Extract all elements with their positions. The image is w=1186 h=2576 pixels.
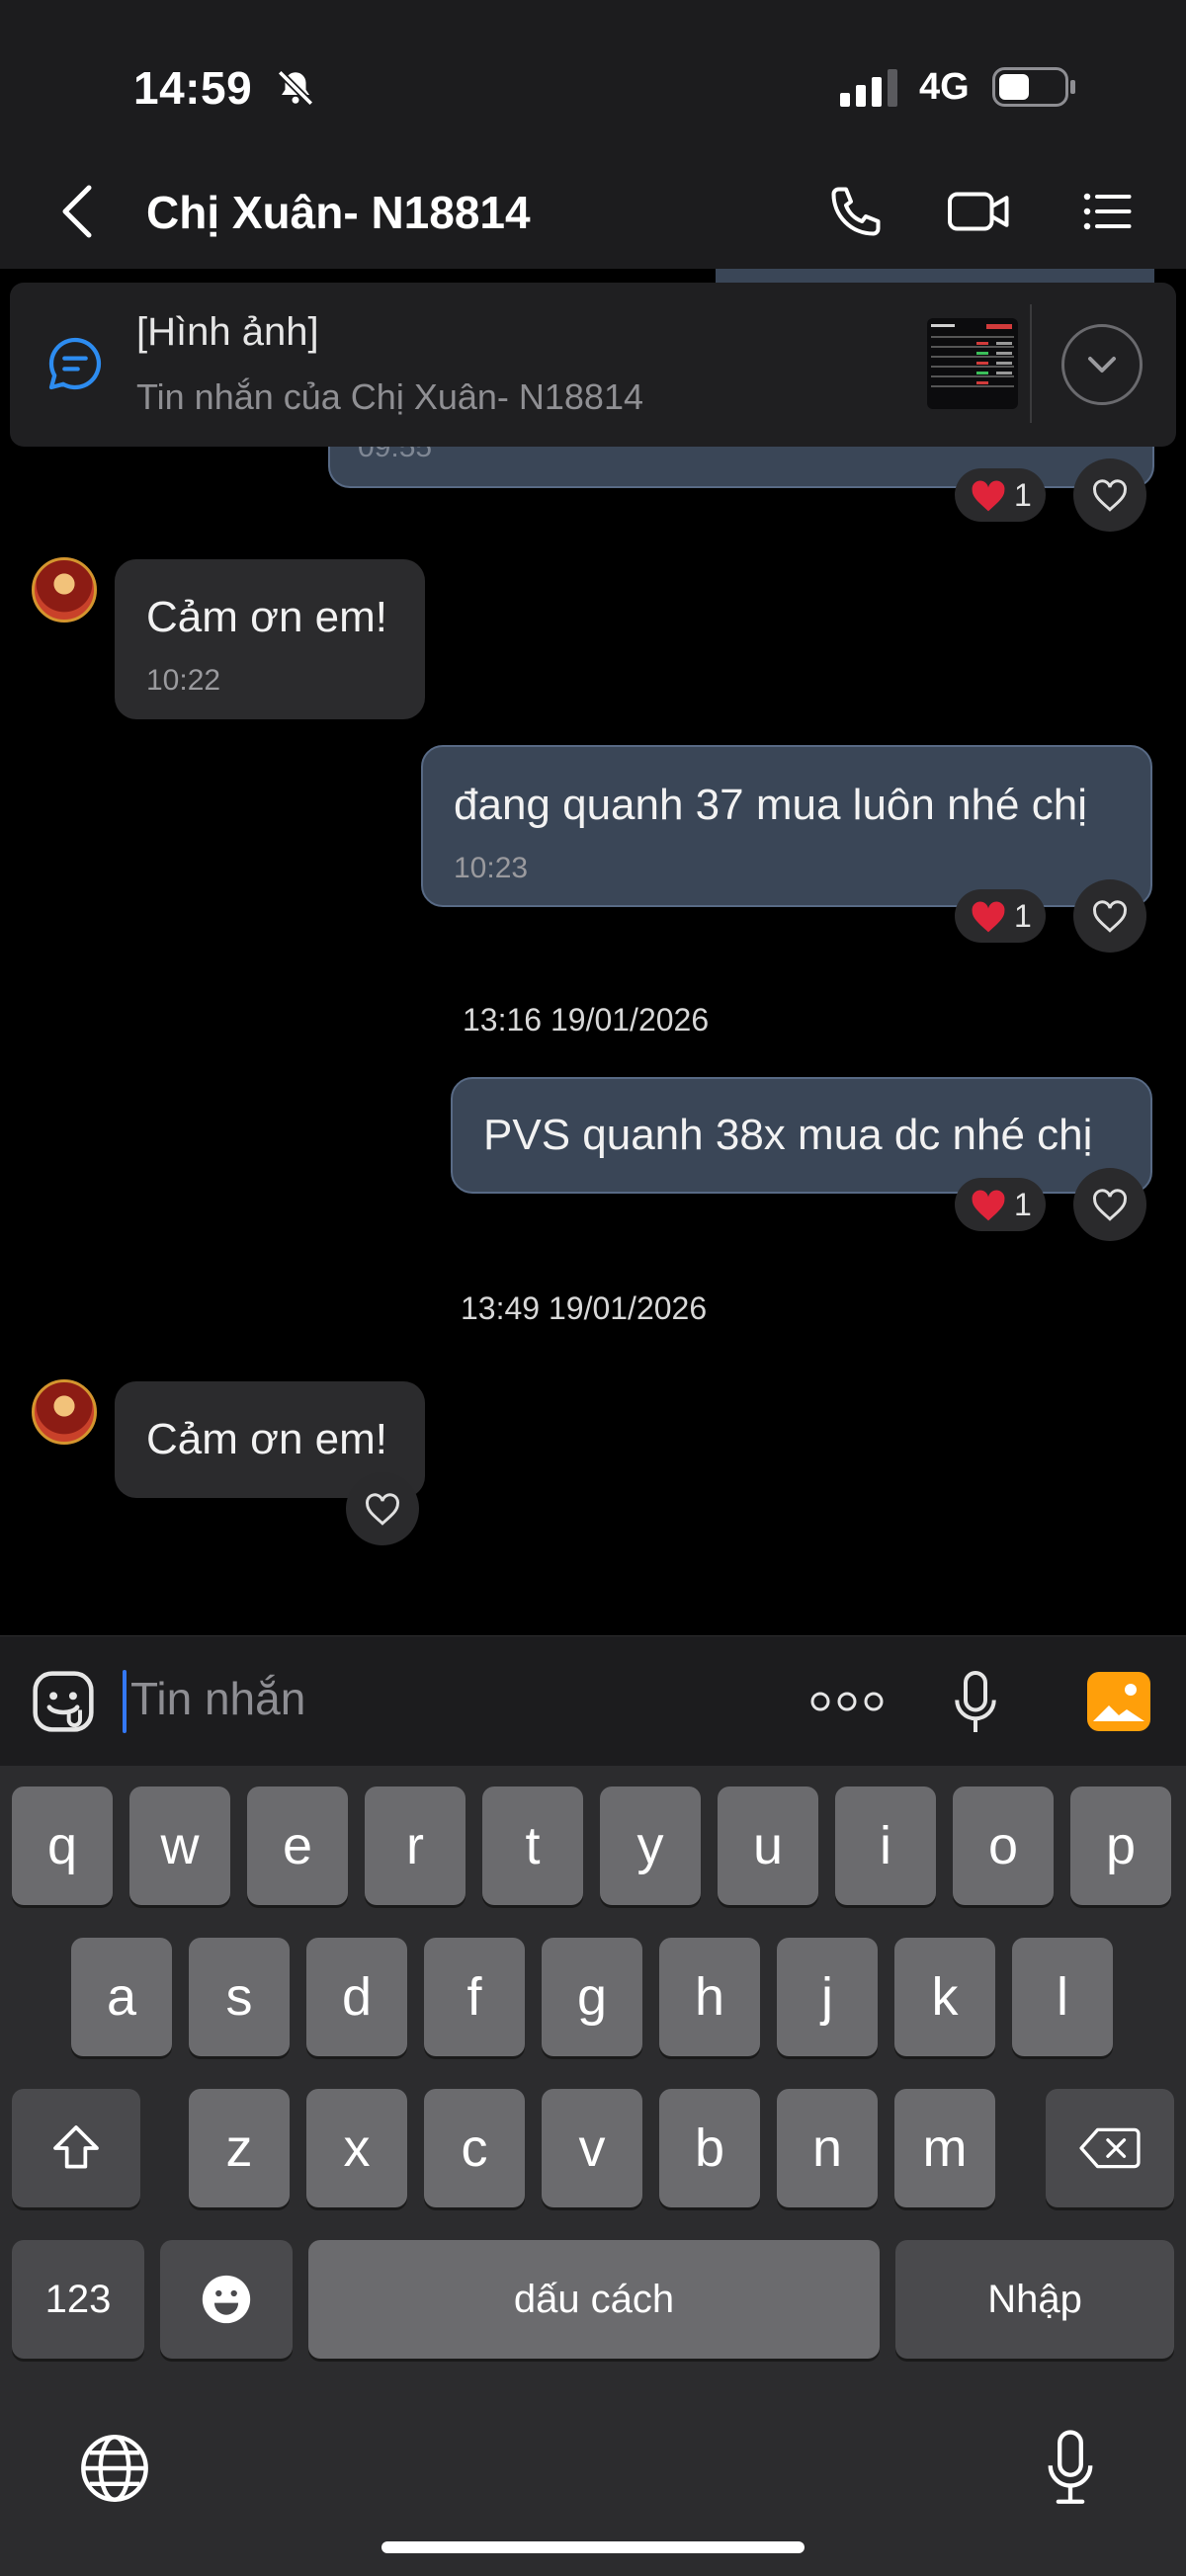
key-i[interactable]: i [835,1787,936,1905]
reaction-count: 1 [1014,1186,1032,1222]
chat-bubble-icon [48,337,102,390]
back-chevron-icon[interactable] [59,184,95,239]
message-text: Cảm ơn em! [146,593,388,641]
key-g[interactable]: g [542,1938,642,2056]
reaction-count: 1 [1014,897,1032,934]
react-heart-button[interactable] [1073,879,1146,953]
key-q[interactable]: q [12,1787,113,1905]
key-r[interactable]: r [365,1787,466,1905]
red-heart-icon [972,901,1005,933]
key-j[interactable]: j [777,1938,878,2056]
key-l[interactable]: l [1012,1938,1113,2056]
key-w[interactable]: w [129,1787,230,1905]
message-text: PVS quanh 38x mua dc nhé chị [483,1111,1093,1159]
react-heart-button[interactable] [346,1472,419,1545]
chat-title[interactable]: Chị Xuân- N18814 [146,186,531,239]
globe-icon[interactable] [77,2431,152,2506]
key-o[interactable]: o [953,1787,1054,1905]
pinned-subtitle: Tin nhắn của Chị Xuân- N18814 [136,376,643,417]
message-time: 10:22 [146,664,221,697]
key-p[interactable]: p [1070,1787,1171,1905]
pinned-image-thumbnail[interactable] [927,318,1018,409]
key-b[interactable]: b [659,2089,760,2207]
cell-signal-icon [840,69,897,107]
key-v[interactable]: v [542,2089,642,2207]
key-u[interactable]: u [718,1787,818,1905]
key-y[interactable]: y [600,1787,701,1905]
video-call-icon[interactable] [945,182,1014,241]
phone-call-icon[interactable] [826,182,886,241]
space-key[interactable]: dấu cách [308,2240,880,2359]
key-d[interactable]: d [306,1938,407,2056]
heart-outline-icon [1093,1189,1127,1221]
pinned-title: [Hình ảnh] [136,310,319,354]
backspace-icon [1079,2127,1141,2169]
reaction-pill[interactable]: 1 [955,468,1046,522]
key-k[interactable]: k [894,1938,995,2056]
red-heart-icon [972,480,1005,512]
shift-key[interactable] [12,2089,140,2207]
battery-icon [992,67,1075,107]
home-indicator[interactable] [381,2541,805,2553]
reaction-count: 1 [1014,476,1032,513]
date-separator: 13:49 19/01/2026 [461,1290,708,1326]
pinned-divider [1030,304,1032,423]
backspace-key[interactable] [1046,2089,1174,2207]
key-z[interactable]: z [189,2089,290,2207]
emoji-key[interactable] [160,2240,293,2359]
text-cursor [123,1670,127,1733]
red-heart-icon [972,1190,1005,1221]
more-options-icon[interactable] [808,1682,886,1721]
key-s[interactable]: s [189,1938,290,2056]
react-heart-button[interactable] [1073,1168,1146,1241]
key-n[interactable]: n [777,2089,878,2207]
bell-muted-icon [277,69,314,107]
reaction-pill[interactable]: 1 [955,1178,1046,1231]
heart-outline-icon [366,1493,399,1526]
heart-outline-icon [1093,479,1127,512]
contact-avatar[interactable] [32,1379,97,1445]
key-t[interactable]: t [482,1787,583,1905]
gallery-image-icon[interactable] [1085,1670,1152,1733]
status-time: 14:59 [133,62,253,114]
key-c[interactable]: c [424,2089,525,2207]
chevron-down-icon [1088,357,1116,373]
pinned-expand-button[interactable] [1061,324,1143,405]
message-input[interactable]: Tin nhắn [130,1672,305,1725]
numbers-key[interactable]: 123 [12,2240,144,2359]
key-m[interactable]: m [894,2089,995,2207]
dictation-mic-icon[interactable] [1044,2427,1097,2510]
message-text: Cảm ơn em! [146,1415,388,1463]
heart-outline-icon [1093,900,1127,933]
shift-arrow-icon [53,2125,99,2169]
key-e[interactable]: e [247,1787,348,1905]
contact-avatar[interactable] [32,557,97,623]
react-heart-button[interactable] [1073,458,1146,532]
date-separator: 13:16 19/01/2026 [463,1002,710,1038]
message-text: đang quanh 37 mua luôn nhé chị [454,781,1087,829]
emoji-face-icon [202,2275,251,2324]
return-key[interactable]: Nhập [895,2240,1174,2359]
sticker-emoji-icon[interactable] [30,1668,97,1735]
key-x[interactable]: x [306,2089,407,2207]
message-time: 10:23 [454,852,529,884]
key-a[interactable]: a [71,1938,172,2056]
key-h[interactable]: h [659,1938,760,2056]
message-sliver [716,269,1154,283]
network-type: 4G [919,66,970,108]
key-f[interactable]: f [424,1938,525,2056]
microphone-icon[interactable] [951,1668,1000,1737]
reaction-pill[interactable]: 1 [955,889,1046,943]
menu-list-icon[interactable] [1077,182,1137,241]
